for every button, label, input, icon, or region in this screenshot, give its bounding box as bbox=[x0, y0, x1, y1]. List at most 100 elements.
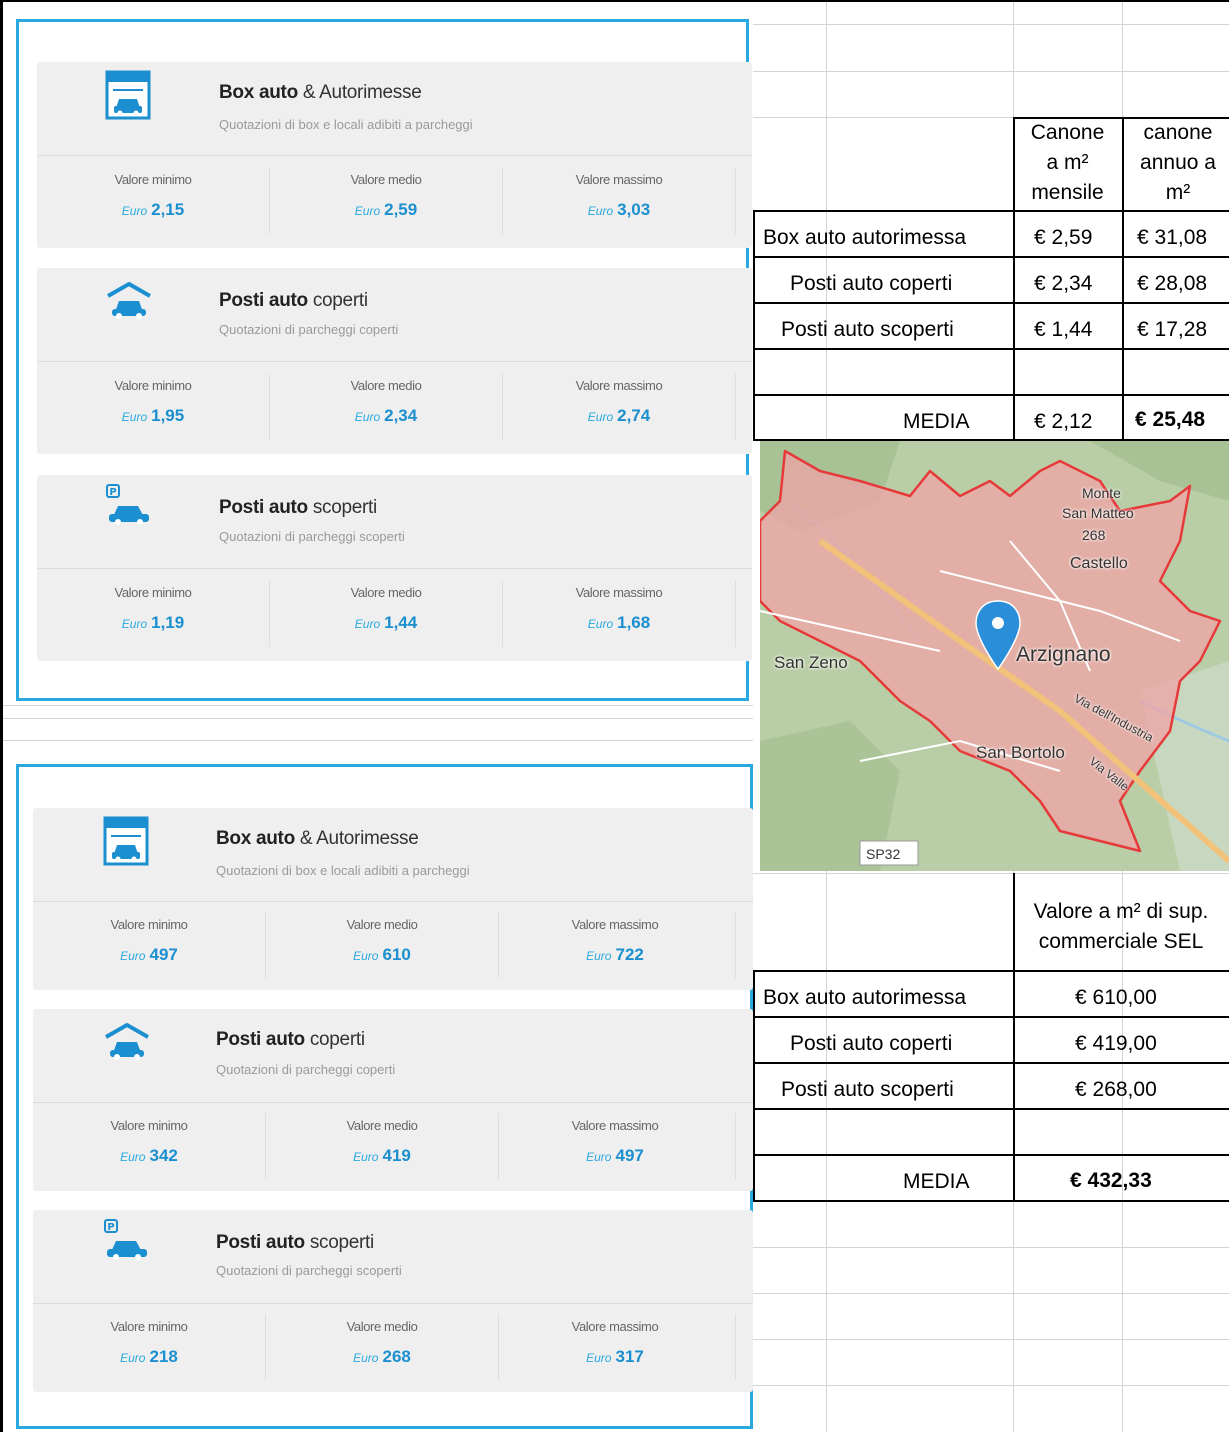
card-subtitle: Quotazioni di parcheggi scoperti bbox=[216, 1263, 402, 1278]
value-row-value: € 610,00 bbox=[1075, 986, 1157, 1009]
grid-col-line bbox=[826, 871, 827, 1432]
svg-text:P: P bbox=[109, 487, 116, 498]
value-row-label: Box auto autorimessa bbox=[763, 986, 967, 1009]
rent-media-yearly: € 25,48 bbox=[1135, 408, 1206, 431]
svg-text:P: P bbox=[107, 1222, 114, 1233]
column-divider bbox=[735, 168, 736, 234]
table-rule bbox=[753, 210, 755, 441]
rent-media-label: MEDIA bbox=[903, 410, 970, 433]
map-label-castello: Castello bbox=[1070, 555, 1128, 572]
value-avg: Valore medio Euro 2,59 bbox=[350, 172, 422, 219]
table-rule bbox=[753, 970, 1229, 972]
value-max: Valore massimo Euro 1,68 bbox=[575, 585, 663, 632]
column-divider bbox=[735, 374, 736, 440]
rent-row-label: Posti auto scoperti bbox=[781, 318, 954, 341]
value-row-label: Posti auto coperti bbox=[790, 1032, 953, 1055]
table-rule bbox=[1013, 117, 1229, 119]
table-rule bbox=[753, 302, 1229, 304]
card-subtitle: Quotazioni di box e locali adibiti a par… bbox=[219, 117, 473, 132]
card-title: Posti auto scoperti bbox=[216, 1232, 374, 1253]
grid-col-line bbox=[826, 2, 827, 440]
card-separator bbox=[37, 361, 752, 362]
table-rule bbox=[753, 1154, 1229, 1156]
table-rule bbox=[753, 1200, 1229, 1202]
grid-row-line bbox=[3, 718, 753, 719]
value-media-value: € 432,33 bbox=[1070, 1169, 1152, 1192]
grid-row-line bbox=[753, 1247, 1229, 1248]
card-separator bbox=[33, 901, 753, 902]
covered-parking-icon bbox=[105, 1023, 149, 1060]
map-label-city: Arzignano bbox=[1016, 643, 1111, 666]
rent-row-yearly: € 17,28 bbox=[1137, 318, 1208, 341]
garage-icon bbox=[103, 816, 149, 866]
column-divider bbox=[735, 1314, 736, 1380]
card-subtitle: Quotazioni di parcheggi scoperti bbox=[219, 529, 405, 544]
map-label-elevation: 268 bbox=[1082, 527, 1106, 543]
value-min: Valore minimo Euro 1,19 bbox=[114, 585, 192, 632]
parking-quotes-panel-sale: Box auto & Autorimesse Quotazioni di box… bbox=[16, 764, 753, 1429]
column-divider bbox=[735, 912, 736, 978]
card-separator bbox=[37, 155, 752, 156]
table-rule bbox=[1013, 117, 1015, 441]
value-avg: Valore medio Euro 610 bbox=[346, 917, 418, 964]
card-title: Posti auto coperti bbox=[216, 1029, 365, 1050]
column-divider bbox=[735, 1113, 736, 1179]
card-posti-coperti: Posti auto coperti Quotazioni di parcheg… bbox=[33, 1009, 753, 1191]
grid-row-line bbox=[753, 1385, 1229, 1386]
value-max: Valore massimo Euro 3,03 bbox=[575, 172, 663, 219]
rent-media-monthly: € 2,12 bbox=[1034, 410, 1093, 433]
grid-row-line bbox=[753, 1293, 1229, 1294]
value-min: Valore minimo Euro 1,95 bbox=[114, 378, 192, 425]
card-posti-scoperti: P Posti auto scoperti Quotazioni di parc… bbox=[33, 1210, 753, 1392]
table-rule bbox=[753, 394, 1229, 396]
map-label-monte: Monte bbox=[1082, 485, 1121, 501]
card-subtitle: Quotazioni di parcheggi coperti bbox=[219, 322, 399, 337]
rent-row-yearly: € 31,08 bbox=[1137, 226, 1208, 249]
open-parking-icon: P bbox=[106, 484, 149, 525]
rent-row-monthly: € 2,59 bbox=[1034, 226, 1093, 249]
map-label-sp32: SP32 bbox=[866, 846, 901, 862]
grid-row-line bbox=[753, 71, 1229, 72]
table-rule bbox=[753, 256, 1229, 258]
rent-row-monthly: € 1,44 bbox=[1034, 318, 1093, 341]
column-divider bbox=[735, 581, 736, 647]
table-rule bbox=[753, 348, 1229, 350]
card-box-auto: Box auto & Autorimesse Quotazioni di box… bbox=[33, 808, 753, 990]
value-min: Valore minimo Euro 342 bbox=[110, 1118, 188, 1165]
map-arzignano[interactable]: Monte San Matteo 268 Castello Arzignano … bbox=[760, 441, 1229, 871]
value-min: Valore minimo Euro 218 bbox=[110, 1319, 188, 1366]
table-rule bbox=[753, 1108, 1229, 1110]
card-separator bbox=[33, 1102, 753, 1103]
value-max: Valore massimo Euro 722 bbox=[571, 917, 659, 964]
card-title: Box auto & Autorimesse bbox=[216, 828, 419, 849]
map-label-san-matteo: San Matteo bbox=[1062, 505, 1134, 521]
card-posti-coperti: Posti auto coperti Quotazioni di parcheg… bbox=[37, 268, 752, 454]
rent-row-label: Box auto autorimessa bbox=[763, 226, 967, 249]
rent-header-monthly: Canone a m² mensile bbox=[1030, 121, 1105, 204]
card-posti-scoperti: P Posti auto scoperti Quotazioni di parc… bbox=[37, 475, 752, 661]
grid-row-line bbox=[3, 740, 753, 741]
rent-row-monthly: € 2,34 bbox=[1034, 272, 1093, 295]
value-max: Valore massimo Euro 317 bbox=[571, 1319, 659, 1366]
value-avg: Valore medio Euro 268 bbox=[346, 1319, 418, 1366]
parking-quotes-panel-rent: Box auto & Autorimesse Quotazioni di box… bbox=[16, 19, 752, 701]
value-header: Valore a m² di sup. commerciale SEL bbox=[1033, 900, 1209, 953]
card-subtitle: Quotazioni di box e locali adibiti a par… bbox=[216, 863, 470, 878]
value-min: Valore minimo Euro 2,15 bbox=[114, 172, 192, 219]
covered-parking-icon bbox=[107, 282, 151, 319]
sheet-border-top bbox=[0, 0, 1229, 2]
table-rule bbox=[753, 970, 755, 1202]
map-label-san-bortolo: San Bortolo bbox=[976, 743, 1065, 762]
value-row-value: € 268,00 bbox=[1075, 1078, 1157, 1101]
card-box-auto: Box auto & Autorimesse Quotazioni di box… bbox=[37, 62, 752, 248]
card-separator bbox=[37, 568, 752, 569]
grid-row-line bbox=[753, 1339, 1229, 1340]
open-parking-icon: P bbox=[104, 1219, 147, 1260]
grid-row-line bbox=[3, 705, 753, 706]
card-title: Posti auto scoperti bbox=[219, 497, 377, 518]
sheet-border-left bbox=[0, 0, 3, 1432]
rent-row-yearly: € 28,08 bbox=[1137, 272, 1208, 295]
table-rule bbox=[1122, 117, 1124, 441]
value-max: Valore massimo Euro 2,74 bbox=[575, 378, 663, 425]
value-max: Valore massimo Euro 497 bbox=[571, 1118, 659, 1165]
